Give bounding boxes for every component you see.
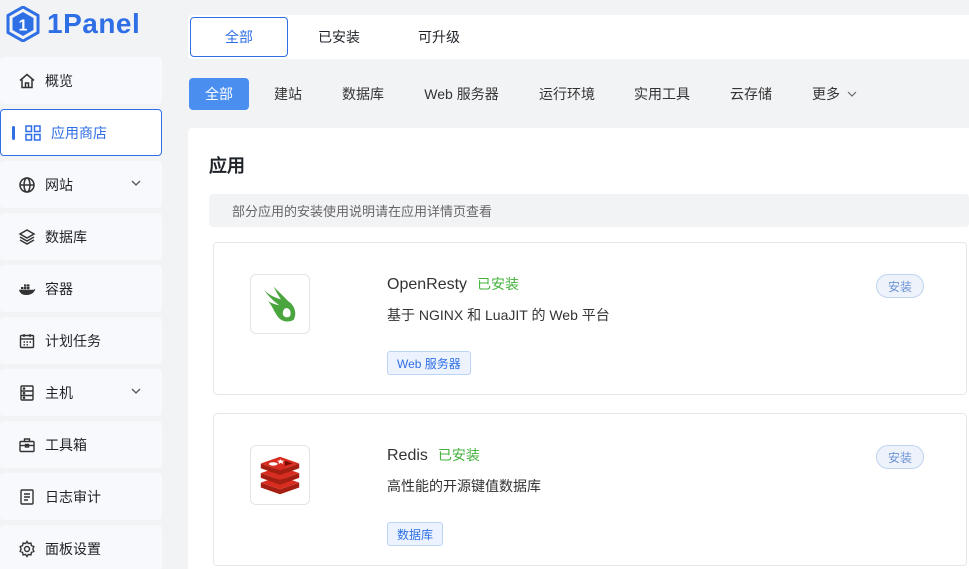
sidebar-item-label: 数据库: [45, 228, 87, 245]
logo-text: 1Panel: [47, 8, 141, 39]
sidebar-item-overview[interactable]: 概览: [0, 57, 162, 104]
server-icon: [18, 384, 36, 402]
installed-status: 已安装: [477, 276, 520, 292]
app-card-redis[interactable]: Redis 已安装 高性能的开源键值数据库 数据库 安装: [213, 413, 967, 566]
sidebar-item-host[interactable]: 主机: [0, 369, 162, 416]
chevron-down-icon[interactable]: [130, 177, 142, 189]
sidebar-item-website[interactable]: 网站: [0, 161, 162, 208]
category-runtime[interactable]: 运行环境: [530, 78, 604, 110]
tab-upgradable[interactable]: 可升级: [398, 17, 480, 57]
category-more[interactable]: 更多: [802, 78, 868, 110]
category-database[interactable]: 数据库: [333, 78, 393, 110]
gear-icon: [18, 539, 36, 558]
svg-text:1: 1: [19, 18, 28, 35]
top-tab-bar: 全部 已安装 可升级: [188, 15, 969, 59]
sidebar-item-label: 网站: [45, 176, 73, 193]
sidebar-item-label: 工具箱: [45, 436, 87, 453]
sidebar-item-logs[interactable]: 日志审计: [0, 473, 162, 520]
chevron-down-icon[interactable]: [130, 385, 142, 397]
active-indicator: [12, 125, 15, 140]
category-tools[interactable]: 实用工具: [625, 78, 699, 110]
logo-hexagon-icon: 1: [6, 6, 40, 42]
sidebar-item-label: 主机: [45, 384, 73, 401]
sidebar-item-database[interactable]: 数据库: [0, 213, 162, 260]
layers-icon: [18, 228, 36, 246]
chevron-down-icon: [847, 91, 857, 97]
app-grid-icon: [24, 124, 42, 142]
tab-installed[interactable]: 已安装: [298, 17, 380, 57]
notice-banner: 部分应用的安装使用说明请在应用详情页查看: [209, 194, 969, 227]
category-cloud-storage[interactable]: 云存储: [720, 78, 782, 110]
sidebar-item-toolbox[interactable]: 工具箱: [0, 421, 162, 468]
page-title: 应用: [209, 156, 245, 176]
install-button[interactable]: 安装: [876, 274, 924, 298]
app-description: 基于 NGINX 和 LuaJIT 的 Web 平台: [387, 307, 610, 323]
sidebar-item-settings[interactable]: 面板设置: [0, 525, 162, 569]
app-tag: 数据库: [387, 522, 444, 546]
sidebar-item-label: 日志审计: [45, 488, 101, 505]
category-web-server[interactable]: Web 服务器: [414, 78, 509, 110]
sidebar-item-container[interactable]: 容器: [0, 265, 162, 312]
app-description: 高性能的开源键值数据库: [387, 478, 541, 494]
docker-icon: [18, 280, 36, 298]
log-icon: [18, 488, 36, 506]
logo[interactable]: 1 1Panel: [6, 4, 140, 44]
install-button[interactable]: 安装: [876, 445, 924, 469]
home-icon: [18, 72, 36, 90]
sidebar-item-label: 概览: [45, 72, 73, 89]
app-list-panel: 应用 部分应用的安装使用说明请在应用详情页查看 OpenResty 已安装 基于 …: [188, 128, 969, 569]
sidebar-item-label: 面板设置: [45, 540, 101, 557]
sidebar: 1 1Panel 概览 应用商店 网站 数据库 容器 计划任务 主机 工具箱 日…: [0, 0, 170, 569]
app-title: Redis 已安装: [387, 445, 480, 465]
openresty-logo-icon: [250, 274, 310, 334]
calendar-icon: [18, 332, 36, 350]
globe-icon: [18, 176, 36, 194]
redis-logo-icon: [250, 445, 310, 505]
app-title: OpenResty 已安装: [387, 274, 519, 294]
app-name[interactable]: Redis: [387, 447, 428, 464]
category-all[interactable]: 全部: [189, 78, 249, 110]
toolbox-icon: [18, 436, 36, 454]
sidebar-item-label: 应用商店: [51, 124, 107, 141]
installed-status: 已安装: [437, 447, 480, 463]
app-card-openresty[interactable]: OpenResty 已安装 基于 NGINX 和 LuaJIT 的 Web 平台 …: [213, 242, 967, 395]
app-name[interactable]: OpenResty: [387, 276, 467, 293]
tab-all[interactable]: 全部: [190, 17, 288, 57]
sidebar-item-app-store[interactable]: 应用商店: [0, 109, 162, 156]
sidebar-item-label: 计划任务: [45, 332, 101, 349]
sidebar-item-label: 容器: [45, 280, 73, 297]
category-site[interactable]: 建站: [262, 78, 314, 110]
category-more-label: 更多: [812, 86, 840, 102]
app-tag: Web 服务器: [387, 351, 471, 375]
sidebar-item-cronjob[interactable]: 计划任务: [0, 317, 162, 364]
